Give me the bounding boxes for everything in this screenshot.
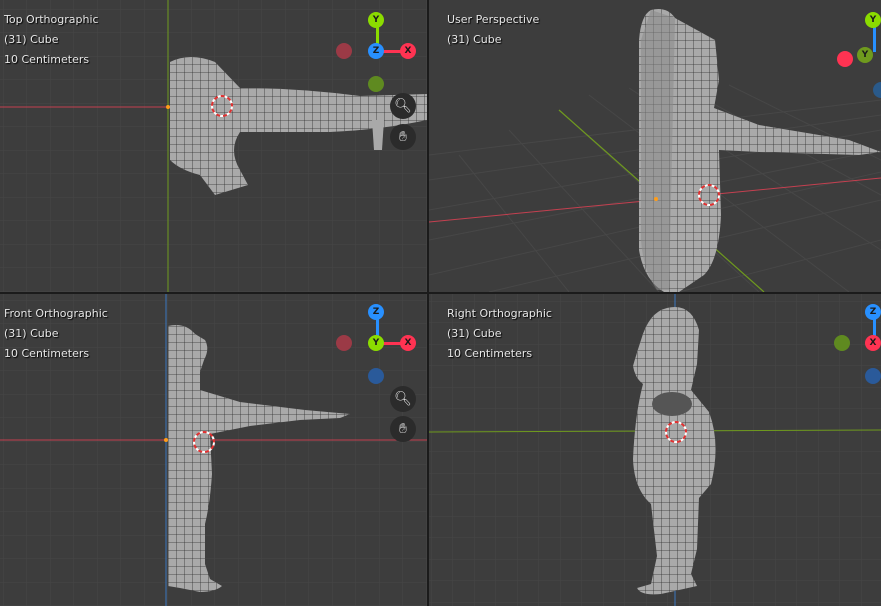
navigation-gizmo-front[interactable]: Z Y X [331, 298, 421, 388]
viewport-info-top: Top Orthographic (31) Cube 10 Centimeter… [4, 10, 99, 70]
active-object: (31) Cube [447, 327, 502, 340]
viewport-info-front: Front Orthographic (31) Cube 10 Centimet… [4, 304, 108, 364]
hand-pan-icon[interactable]: ✋︎ [390, 416, 416, 442]
viewport-user-perspective[interactable]: User Perspective (31) Cube Y Y [429, 0, 881, 292]
gizmo-z-axis[interactable]: Z [368, 43, 384, 59]
gizmo-y-axis[interactable]: Y [368, 12, 384, 28]
grid-scale: 10 Centimeters [4, 53, 90, 66]
gizmo-x-axis[interactable]: X [400, 43, 416, 59]
gizmo-y-axis[interactable]: Y [865, 12, 881, 28]
gizmo-neg-y-axis[interactable] [834, 335, 850, 351]
navigation-gizmo-right[interactable]: Z X [829, 298, 881, 388]
gizmo-x-axis[interactable]: X [865, 335, 881, 351]
zoom-icon[interactable]: 🔍︎ [390, 386, 416, 412]
viewport-right-orthographic[interactable]: Right Orthographic (31) Cube 10 Centimet… [429, 294, 881, 606]
gizmo-neg-y-axis[interactable]: Y [857, 47, 873, 63]
viewport-info-user: User Perspective (31) Cube [447, 10, 539, 50]
gizmo-z-axis[interactable]: Z [865, 304, 881, 320]
grid-scale: 10 Centimeters [4, 347, 90, 360]
gizmo-y-axis[interactable]: Y [368, 335, 384, 351]
active-object: (31) Cube [4, 33, 59, 46]
hand-pan-icon[interactable]: ✋︎ [390, 124, 416, 150]
navigation-gizmo-user[interactable]: Y Y [829, 6, 881, 98]
viewport-top-orthographic[interactable]: Top Orthographic (31) Cube 10 Centimeter… [0, 0, 427, 292]
active-object: (31) Cube [4, 327, 59, 340]
viewport-name: User Perspective [447, 13, 540, 26]
viewport-divider-horizontal[interactable] [0, 292, 881, 294]
viewport-name: Front Orthographic [4, 307, 108, 320]
viewport-name: Top Orthographic [4, 13, 99, 26]
gizmo-neg-x-axis[interactable] [336, 43, 352, 59]
viewport-info-right: Right Orthographic (31) Cube 10 Centimet… [447, 304, 552, 364]
zoom-icon[interactable]: 🔍︎ [390, 93, 416, 119]
viewport-name: Right Orthographic [447, 307, 552, 320]
gizmo-neg-z-axis[interactable] [873, 82, 881, 98]
active-object: (31) Cube [447, 33, 502, 46]
viewport-front-orthographic[interactable]: Front Orthographic (31) Cube 10 Centimet… [0, 294, 427, 606]
gizmo-neg-z-axis[interactable] [368, 368, 384, 384]
gizmo-x-axis[interactable] [837, 51, 853, 67]
gizmo-x-axis[interactable]: X [400, 335, 416, 351]
gizmo-z-axis[interactable]: Z [368, 304, 384, 320]
gizmo-neg-y-axis[interactable] [368, 76, 384, 92]
gizmo-neg-z-axis[interactable] [865, 368, 881, 384]
navigation-gizmo-top[interactable]: Y Z X [331, 6, 421, 96]
grid-scale: 10 Centimeters [447, 347, 533, 360]
gizmo-neg-x-axis[interactable] [336, 335, 352, 351]
viewport-divider-vertical[interactable] [427, 0, 429, 606]
